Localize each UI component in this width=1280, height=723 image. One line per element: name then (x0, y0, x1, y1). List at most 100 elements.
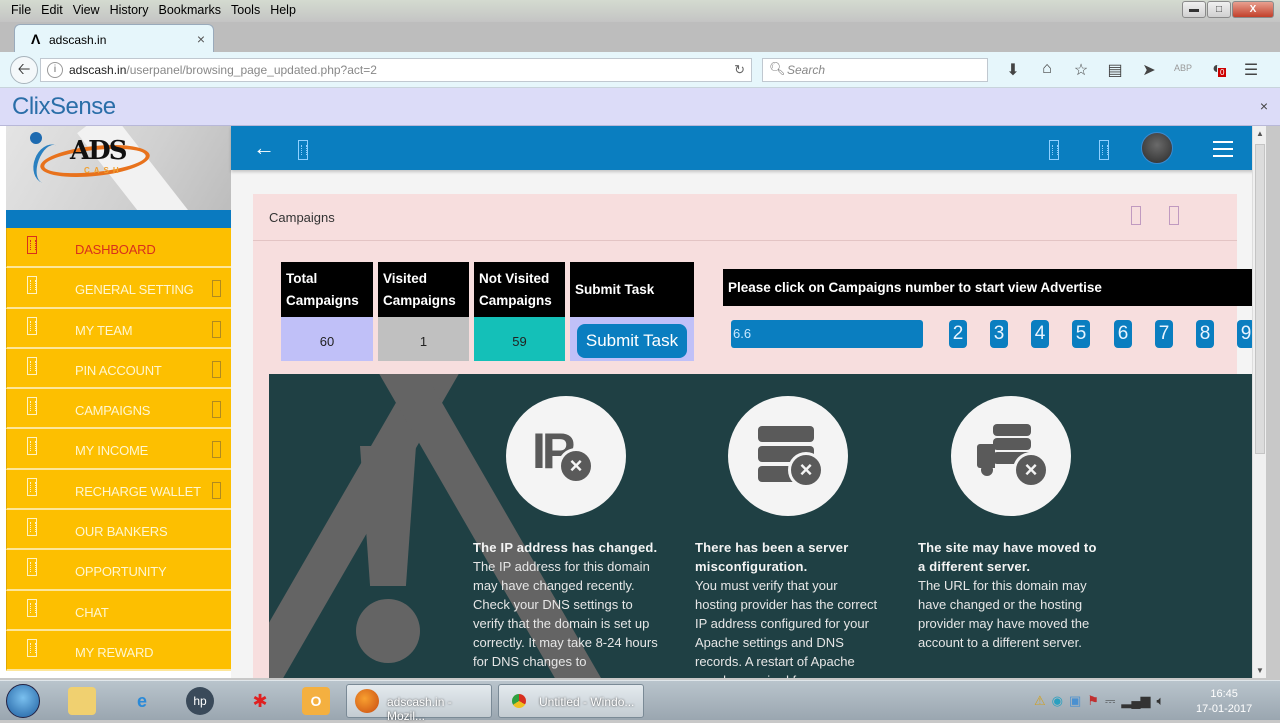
sidebar-item-pin-account[interactable]: PIN ACCOUNT (6, 348, 231, 390)
url-bar[interactable]: i adscash.in/userpanel/browsing_page_upd… (40, 58, 752, 82)
menu-tools[interactable]: Tools (226, 2, 265, 18)
tab-close-icon[interactable]: × (197, 31, 205, 47)
file-explorer-icon[interactable] (68, 687, 96, 715)
server-rack-2 (993, 438, 1031, 450)
sidebar-item-label: PIN ACCOUNT (75, 362, 162, 378)
bookmark-star-icon[interactable]: ☆ (1064, 60, 1098, 80)
taskbar-firefox[interactable]: adscash.in - Mozil... (346, 684, 492, 723)
firefox-icon (355, 689, 379, 713)
collapse-panel-icon[interactable] (1131, 206, 1141, 225)
sidebar: ADS CASH DASHBOARD GENERAL SETTING MY TE… (6, 126, 231, 678)
close-window-button[interactable]: X (1232, 1, 1274, 18)
search-icon: 🔍︎ (769, 61, 786, 76)
tray-power-icon[interactable]: ⎓ (1105, 693, 1115, 709)
taskbar-chrome[interactable]: Untitled - Windo... (498, 684, 644, 718)
server-rack-1 (993, 424, 1031, 436)
toolbar-icons: ⬇ ⌂ ☆ ▤ ➤ ABP ◐ 0 ☰ (996, 60, 1268, 80)
sidebar-item-chat[interactable]: CHAT (6, 590, 231, 631)
menu-view[interactable]: View (68, 2, 105, 18)
menu-file[interactable]: File (6, 2, 36, 18)
clock-time: 16:45 (1210, 688, 1238, 700)
panel-title: Campaigns (269, 210, 335, 225)
error-text: The URL for this domain may have changed… (918, 578, 1090, 650)
addon-icon[interactable]: ◐ 0 (1200, 60, 1234, 80)
menu-bar: File Edit View History Bookmarks Tools H… (6, 2, 301, 18)
messages-icon[interactable] (1099, 140, 1109, 160)
notifications-icon[interactable] (1049, 140, 1059, 160)
menu-help[interactable]: Help (265, 2, 301, 18)
taskbar-clock[interactable]: 16:45 17-01-2017 (1196, 687, 1252, 717)
warning-exclamation-icon (360, 446, 416, 586)
campaign-number-button[interactable]: 4 (1031, 320, 1049, 348)
maximize-button[interactable]: □ (1207, 1, 1231, 18)
main-content: ← Campaigns Total Campaigns Visited Camp… (231, 126, 1266, 678)
fullscreen-icon[interactable] (298, 140, 308, 160)
clixsense-logo[interactable]: ClixSense (12, 93, 116, 121)
tab-adscash[interactable]: Λ adscash.in × (14, 24, 214, 52)
outlook-icon[interactable]: O (302, 687, 330, 715)
sidebar-item-my-income[interactable]: MY INCOME (6, 429, 231, 470)
tray-user-warning-icon[interactable]: ⚠ (1034, 693, 1046, 709)
tray-network-app-icon[interactable]: ▣ (1069, 693, 1081, 709)
tray-app-icon[interactable]: ◉ (1052, 693, 1063, 709)
campaign-number-button[interactable]: 2 (949, 320, 967, 348)
site-info-icon[interactable]: i (47, 62, 63, 78)
red-app-icon[interactable]: ✱ (246, 687, 274, 715)
header-total-campaigns: Total Campaigns (281, 262, 373, 317)
sidebar-item-my-reward[interactable]: MY REWARD (6, 630, 231, 672)
notification-close-icon[interactable]: × (1260, 98, 1268, 114)
reload-icon[interactable]: ↻ (734, 62, 745, 78)
chevron-icon (212, 401, 221, 419)
tray-signal-icon[interactable]: ▂▄▆ (1121, 693, 1150, 709)
download-icon[interactable]: ⬇ (996, 60, 1030, 80)
user-avatar[interactable] (1141, 132, 1173, 164)
home-icon[interactable]: ⌂ (1030, 60, 1064, 80)
sidebar-item-label: OPPORTUNITY (75, 564, 167, 580)
page-scrollbar[interactable]: ▲ ▼ (1252, 126, 1266, 678)
menu-history[interactable]: History (105, 2, 154, 18)
campaign-number-button[interactable]: 3 (990, 320, 1008, 348)
hp-icon[interactable]: hp (186, 687, 214, 715)
campaign-number-button[interactable]: 8 (1196, 320, 1214, 348)
chevron-icon (212, 320, 221, 338)
send-icon[interactable]: ➤ (1132, 60, 1166, 80)
sidebar-item-recharge-wallet[interactable]: RECHARGE WALLET (6, 469, 231, 511)
url-host: adscash.in (69, 63, 127, 77)
sidebar-item-label: GENERAL SETTING (75, 282, 194, 298)
menu-edit[interactable]: Edit (36, 2, 68, 18)
campaign-number-button[interactable]: 5 (1072, 320, 1090, 348)
wallet-icon (27, 477, 37, 496)
sidebar-item-general-setting[interactable]: GENERAL SETTING (6, 268, 231, 309)
back-arrow-icon[interactable]: ← (253, 135, 275, 161)
scroll-down-icon[interactable]: ▼ (1256, 666, 1264, 675)
search-input[interactable]: 🔍︎ Search (762, 58, 988, 82)
embedded-error-page: IP × The IP address has changed. The IP … (269, 374, 1259, 678)
campaign-number-button[interactable]: 6 (1114, 320, 1132, 348)
scroll-up-icon[interactable]: ▲ (1256, 129, 1264, 138)
hamburger-menu-icon[interactable]: ☰ (1234, 60, 1268, 80)
navigation-toolbar: 🡠 i adscash.in/userpanel/browsing_page_u… (0, 52, 1280, 88)
back-button[interactable]: 🡠 (10, 56, 38, 84)
reading-list-icon[interactable]: ▤ (1098, 60, 1132, 80)
campaign-number-button[interactable]: 7 (1155, 320, 1173, 348)
start-button[interactable] (6, 684, 40, 718)
sidebar-item-label: CHAT (75, 604, 109, 620)
minimize-button[interactable]: ▬ (1182, 1, 1206, 18)
sidebar-item-our-bankers[interactable]: OUR BANKERS (6, 510, 231, 551)
sidebar-item-my-team[interactable]: MY TEAM (6, 308, 231, 349)
adscash-logo[interactable]: ADS CASH (26, 130, 156, 190)
header-submit-task: Submit Task (570, 262, 694, 317)
sidebar-item-dashboard[interactable]: DASHBOARD (6, 228, 231, 269)
hamburger-menu-icon[interactable] (1213, 141, 1233, 162)
tray-volume-icon[interactable]: 🔈︎ (1157, 693, 1165, 709)
close-panel-icon[interactable] (1169, 206, 1179, 225)
menu-bookmarks[interactable]: Bookmarks (153, 2, 226, 18)
url-path: /userpanel/browsing_page_updated.php?act… (126, 63, 377, 77)
sidebar-item-opportunity[interactable]: OPPORTUNITY (6, 550, 231, 591)
sidebar-item-campaigns[interactable]: CAMPAIGNS (6, 389, 231, 430)
scrollbar-thumb[interactable] (1255, 144, 1265, 454)
adblock-icon[interactable]: ABP (1166, 60, 1200, 80)
tray-action-center-icon[interactable]: ⚑ (1087, 693, 1099, 709)
submit-task-button[interactable]: Submit Task (576, 324, 688, 358)
internet-explorer-icon[interactable]: e (128, 687, 156, 715)
